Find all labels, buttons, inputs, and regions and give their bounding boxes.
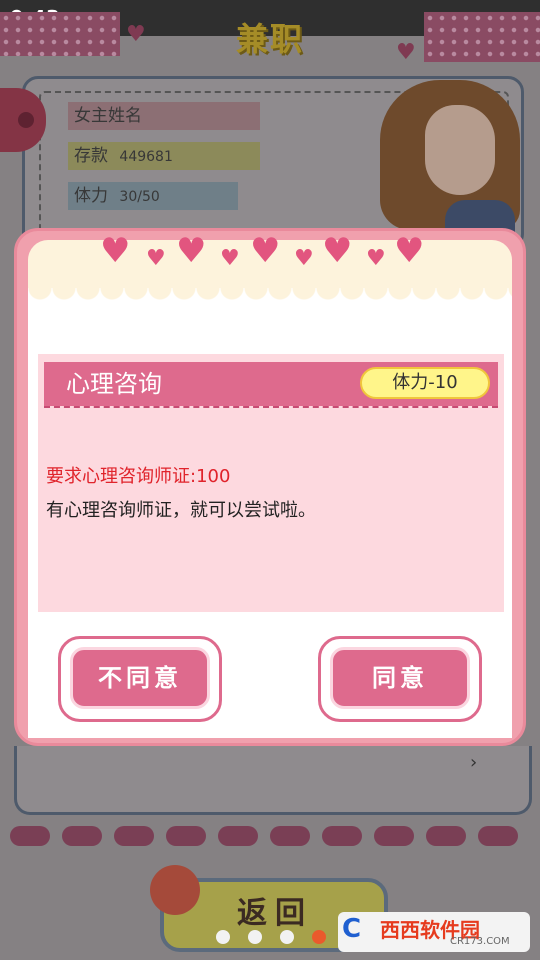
heart-icon: ♥ (250, 231, 281, 271)
decline-button[interactable]: 不同意 (70, 647, 210, 709)
savings-label: 存款 (74, 146, 108, 166)
job-description: 有心理咨询师证，就可以尝试啦。 (46, 500, 316, 521)
heart-garland: ♥ ♥ ♥ ♥ ♥ ♥ ♥ ♥ ♥ (100, 231, 440, 271)
page-indicator-dot[interactable] (216, 930, 230, 944)
candy-icon (426, 826, 466, 846)
circle-icon (18, 112, 34, 128)
heart-icon: ♥ (126, 22, 146, 47)
stamina-field: 体力 30/50 (68, 182, 238, 210)
candy-icon (10, 826, 50, 846)
candy-icon (166, 826, 206, 846)
stamina-label: 体力 (74, 186, 108, 206)
candy-divider (10, 826, 530, 850)
heart-icon: ♥ (396, 40, 416, 65)
job-list-card-bottom (14, 746, 532, 815)
savings-field: 存款 449681 (68, 142, 260, 170)
watermark-logo: C (342, 914, 362, 944)
candy-icon (374, 826, 414, 846)
chevron-right-icon[interactable]: › (470, 752, 477, 773)
heart-icon: ♥ (322, 231, 353, 271)
player-name-field: 女主姓名 (68, 102, 260, 130)
stamina-value: 30/50 (119, 189, 160, 205)
savings-value: 449681 (119, 149, 173, 165)
dotted-banner-left (0, 12, 120, 56)
page-indicator-dot[interactable] (280, 930, 294, 944)
page-title: 兼职 (235, 20, 304, 58)
candy-icon (478, 826, 518, 846)
heart-icon: ♥ (220, 246, 240, 271)
candy-icon (62, 826, 102, 846)
accept-button[interactable]: 同意 (330, 647, 470, 709)
job-title: 心理咨询 (66, 370, 162, 398)
candy-icon (114, 826, 154, 846)
page-indicator-dot[interactable] (248, 930, 262, 944)
candy-icon (270, 826, 310, 846)
dotted-banner-right (424, 12, 540, 62)
heart-icon: ♥ (366, 246, 386, 271)
watermark-url: CR173.COM (450, 936, 510, 947)
stamina-cost-badge: 体力-10 (360, 367, 490, 399)
heart-icon: ♥ (146, 246, 166, 271)
scallop-edge (28, 288, 512, 312)
candy-icon (218, 826, 258, 846)
job-requirement: 要求心理咨询师证:100 (46, 466, 231, 487)
divider (44, 406, 498, 408)
heart-icon: ♥ (394, 231, 425, 271)
heart-icon: ♥ (176, 231, 207, 271)
page-indicator-dot-active[interactable] (312, 930, 326, 944)
heart-icon: ♥ (100, 231, 131, 271)
heart-icon: ♥ (294, 246, 314, 271)
avatar (425, 105, 495, 195)
candy-icon (322, 826, 362, 846)
